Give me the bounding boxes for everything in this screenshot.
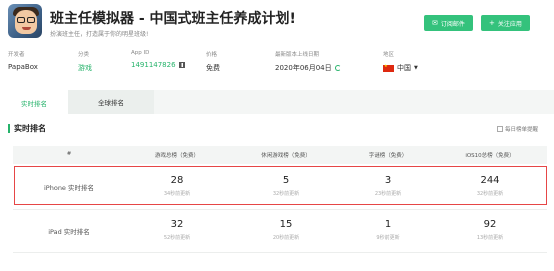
ipad-ios10-rank: 92 — [483, 219, 497, 230]
plus-icon: + — [489, 18, 495, 27]
row-divider — [13, 252, 547, 253]
daily-reminder-toggle[interactable]: 每日榜单提醒 — [497, 125, 538, 133]
ipad-games-updated: 52秒前更新 — [163, 235, 191, 241]
app-icon — [8, 4, 42, 38]
app-id-label: App ID — [131, 50, 150, 56]
ipad-word-rank: 1 — [384, 219, 392, 230]
category-label: 分类 — [78, 52, 90, 58]
developer-label: 开发者 — [8, 52, 25, 58]
tab-global-ranking[interactable]: 全球排名 — [68, 90, 154, 114]
column-header-games-free: 游戏总榜（免费） — [154, 153, 200, 159]
info-category: 分类 游戏 — [78, 50, 92, 73]
column-header-casual-free: 休闲游戏榜（免费） — [261, 153, 311, 159]
ipad-games-rank: 32 — [170, 219, 184, 230]
subscribe-label: 订阅邮件 — [440, 20, 465, 28]
follow-label: 关注应用 — [497, 20, 522, 28]
daily-reminder-checkbox[interactable] — [497, 126, 503, 132]
info-app-id: App ID 1491147826 — [131, 50, 185, 69]
refresh-icon[interactable] — [334, 65, 341, 71]
column-header-index: # — [66, 151, 72, 157]
info-price: 价格 免费 — [206, 50, 220, 73]
section-title: 实时排名 — [8, 124, 46, 133]
row-label-ipad: iPad 实时排名 — [48, 228, 90, 236]
follow-app-button[interactable]: + 关注应用 — [481, 15, 530, 31]
region-value: 中国 — [397, 64, 411, 72]
price-value: 免费 — [206, 64, 220, 72]
app-title: 班主任模拟器 - 中国式班主任养成计划! — [50, 11, 296, 27]
region-selector[interactable]: 中国 ▼ — [383, 63, 418, 73]
ipad-casual-updated: 20秒前更新 — [272, 235, 300, 241]
app-subtitle: 扮演班主任，打造属于你的明星班级! — [50, 31, 149, 38]
column-header-ios10-free: iOS10总榜（免费） — [465, 153, 515, 159]
latest-release-date: 2020年06月04日 — [275, 64, 332, 72]
info-region: 地区 中国 ▼ — [383, 50, 418, 73]
app-id-value: 1491147826 — [131, 61, 185, 69]
column-header-word-free: 字谜榜（免费） — [368, 153, 408, 159]
latest-release-label: 最新版本上线日期 — [275, 52, 320, 58]
iphone-row-highlight — [14, 166, 547, 205]
info-latest-release: 最新版本上线日期 2020年06月04日 — [275, 50, 341, 73]
mail-icon: ✉ — [432, 18, 438, 27]
info-developer: 开发者 PapaBox — [8, 50, 38, 71]
caret-down-icon: ▼ — [414, 65, 418, 71]
app-id-text: 1491147826 — [131, 61, 176, 69]
region-label: 地区 — [383, 52, 395, 58]
subscribe-email-button[interactable]: ✉ 订阅邮件 — [424, 15, 473, 31]
tab-realtime-ranking[interactable]: 实时排名 — [0, 90, 68, 114]
row-divider — [13, 209, 547, 210]
china-flag-icon — [383, 63, 394, 72]
ipad-ios10-updated: 13秒前更新 — [476, 235, 504, 241]
developer-value[interactable]: PapaBox — [8, 63, 38, 71]
ipad-word-updated: 9秒前更新 — [376, 235, 400, 241]
ipad-casual-rank: 15 — [279, 219, 293, 230]
price-label: 价格 — [206, 52, 218, 58]
category-value[interactable]: 游戏 — [78, 63, 92, 73]
qr-code-icon[interactable] — [178, 62, 185, 68]
daily-reminder-label: 每日榜单提醒 — [505, 127, 539, 133]
latest-release-value: 2020年06月04日 — [275, 63, 341, 73]
